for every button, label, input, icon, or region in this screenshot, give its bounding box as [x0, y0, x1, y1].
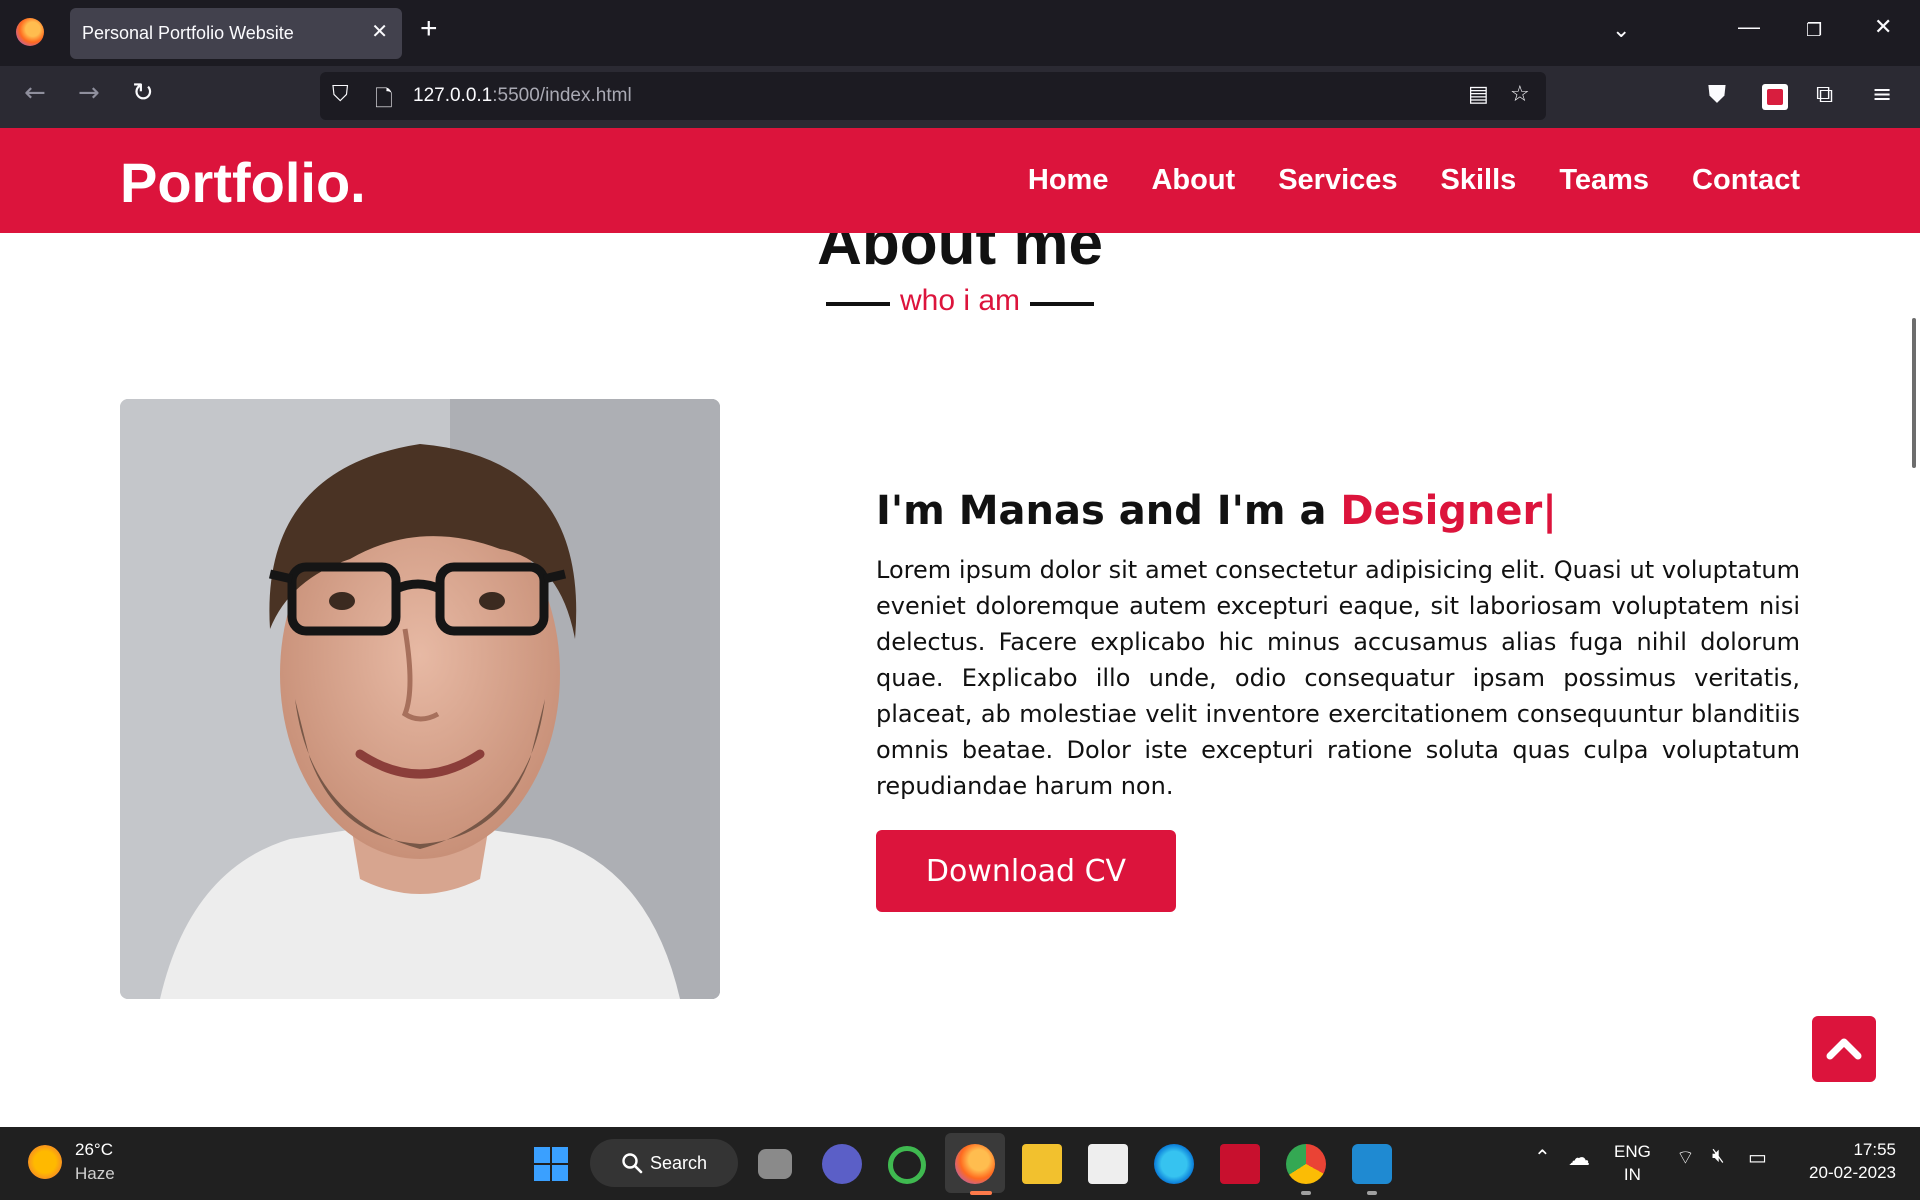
search-icon: [622, 1153, 643, 1174]
reload-icon[interactable]: ↻: [132, 80, 154, 106]
tracking-protection-shield-icon[interactable]: ⛉: [332, 82, 349, 107]
onedrive-cloud-icon[interactable]: ☁: [1568, 1145, 1590, 1171]
battery-icon[interactable]: ▭: [1748, 1145, 1767, 1170]
page-scrollbar[interactable]: [1912, 318, 1916, 468]
taskbar-clock[interactable]: 17:55 20-02-2023: [1809, 1138, 1896, 1184]
chrome-running-indicator: [1301, 1191, 1311, 1195]
app-menu-icon[interactable]: ≡: [1872, 82, 1892, 106]
headline-prefix: I'm Manas and I'm a: [876, 488, 1341, 534]
minimize-icon[interactable]: —: [1738, 14, 1760, 40]
url-path: :5500/index.html: [492, 85, 632, 106]
weather-temperature[interactable]: 26°C: [75, 1140, 113, 1160]
nav-skills[interactable]: Skills: [1441, 164, 1517, 197]
mcafee-extension-icon[interactable]: [1762, 84, 1788, 110]
site-logo[interactable]: Portfolio.: [120, 150, 366, 215]
nav-teams[interactable]: Teams: [1559, 164, 1649, 197]
wifi-icon[interactable]: ⌔: [1676, 1145, 1695, 1170]
extensions-icon[interactable]: ⧉: [1816, 82, 1833, 106]
scroll-to-top-button[interactable]: [1812, 1016, 1876, 1082]
web-page: About me who i am Portfolio. Home About …: [0, 128, 1920, 1127]
reader-view-icon[interactable]: ▤: [1468, 82, 1489, 107]
windows-taskbar: 26°C Haze Search ⌃ ☁ ENG IN ⌔ 🔇︎ ▭ 17:55 …: [0, 1127, 1920, 1200]
tab-close-icon[interactable]: ✕: [371, 19, 388, 43]
list-all-tabs-icon[interactable]: ⌄: [1612, 18, 1630, 43]
about-paragraph: Lorem ipsum dolor sit amet consectetur a…: [876, 556, 1800, 800]
teams-chat-icon[interactable]: [822, 1144, 862, 1184]
clock-time: 17:55: [1853, 1140, 1896, 1159]
bookmark-star-icon[interactable]: ☆: [1510, 82, 1530, 107]
tab-title: Personal Portfolio Website: [82, 23, 294, 43]
weather-condition[interactable]: Haze: [75, 1164, 115, 1184]
taskbar-search[interactable]: Search: [590, 1139, 738, 1187]
page-info-icon[interactable]: 🗋: [375, 82, 393, 120]
spinner-app-icon[interactable]: [888, 1146, 926, 1184]
region-code: IN: [1623, 1165, 1641, 1184]
vscode-icon[interactable]: [1352, 1144, 1392, 1184]
firefox-logo-icon[interactable]: [16, 18, 44, 46]
microsoft-store-icon[interactable]: [1088, 1144, 1128, 1184]
site-header: Portfolio. Home About Services Skills Te…: [0, 128, 1920, 233]
browser-nav-bar: ← → ↻ ⛉ 🗋 127.0.0.1:5500/index.html ▤ ☆ …: [0, 66, 1920, 128]
browser-tab[interactable]: Personal Portfolio Website ✕: [70, 8, 402, 59]
nav-about[interactable]: About: [1151, 164, 1235, 197]
site-nav: Home About Services Skills Teams Contact: [1028, 164, 1800, 197]
language-indicator[interactable]: ENG IN: [1614, 1140, 1651, 1186]
about-headline: I'm Manas and I'm a Designer|: [876, 488, 1800, 534]
show-hidden-icons-chevron-icon[interactable]: ⌃: [1534, 1145, 1551, 1170]
section-subtitle: who i am: [825, 284, 1095, 317]
chevron-up-icon: [1826, 1038, 1862, 1060]
task-view-icon[interactable]: [758, 1149, 792, 1179]
edge-icon[interactable]: [1154, 1144, 1194, 1184]
nav-contact[interactable]: Contact: [1692, 164, 1800, 197]
firefox-taskbar-icon[interactable]: [955, 1144, 995, 1184]
about-text: I'm Manas and I'm a Designer| Lorem ipsu…: [876, 488, 1800, 912]
url-bar[interactable]: ⛉ 🗋 127.0.0.1:5500/index.html ▤ ☆: [320, 72, 1546, 120]
chrome-icon[interactable]: [1286, 1144, 1326, 1184]
forward-icon[interactable]: →: [78, 80, 100, 106]
speaker-muted-icon[interactable]: 🔇︎: [1712, 1145, 1725, 1168]
url-host: 127.0.0.1: [413, 85, 493, 106]
nav-services[interactable]: Services: [1278, 164, 1397, 197]
vscode-running-indicator: [1367, 1191, 1377, 1195]
download-cv-button[interactable]: Download CV: [876, 830, 1176, 912]
weather-haze-icon[interactable]: [28, 1145, 62, 1179]
back-icon[interactable]: ←: [24, 80, 46, 106]
file-explorer-icon[interactable]: [1022, 1144, 1062, 1184]
clock-date: 20-02-2023: [1809, 1163, 1896, 1182]
new-tab-icon[interactable]: +: [420, 14, 438, 44]
mcafee-icon[interactable]: [1220, 1144, 1260, 1184]
profile-photo: [120, 399, 720, 999]
browser-tab-bar: Personal Portfolio Website ✕ + ⌄ — ❐ ✕: [0, 0, 1920, 66]
nav-home[interactable]: Home: [1028, 164, 1109, 197]
close-window-icon[interactable]: ✕: [1874, 14, 1892, 40]
pocket-icon[interactable]: ⛊: [1708, 82, 1726, 106]
restore-icon[interactable]: ❐: [1806, 20, 1822, 41]
firefox-active-indicator: [970, 1191, 992, 1195]
language-code: ENG: [1614, 1142, 1651, 1161]
windows-start-icon[interactable]: [534, 1147, 568, 1181]
url-text[interactable]: 127.0.0.1:5500/index.html: [413, 85, 632, 107]
headline-role: Designer|: [1340, 488, 1557, 534]
search-label: Search: [650, 1153, 708, 1173]
